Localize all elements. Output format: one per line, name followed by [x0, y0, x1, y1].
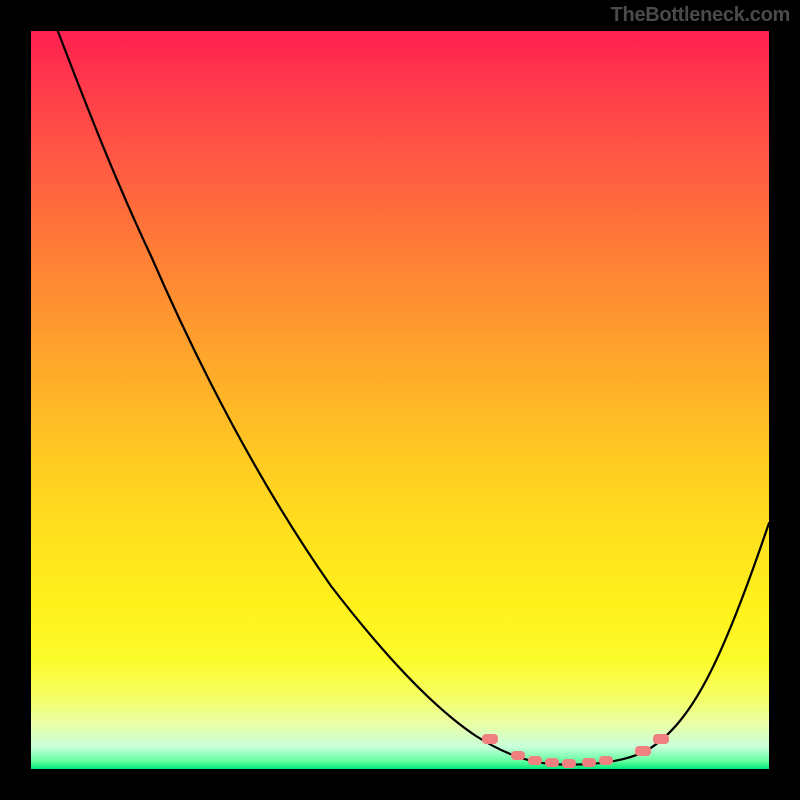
- attribution-label: TheBottleneck.com: [611, 4, 790, 27]
- chart-container: TheBottleneck.com: [0, 0, 800, 800]
- chart-overlay: [31, 31, 769, 769]
- bottleneck-curve: [57, 29, 769, 765]
- curve-markers: [482, 734, 669, 768]
- plot-area: [31, 31, 769, 769]
